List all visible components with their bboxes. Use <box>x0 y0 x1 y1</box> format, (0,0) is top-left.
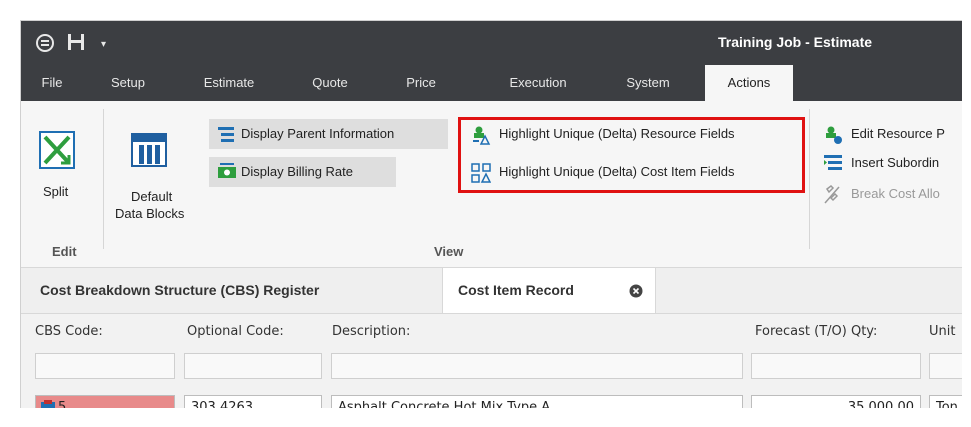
display-parent-information-label: Display Parent Information <box>241 126 395 141</box>
edit-resource-label: Edit Resource P <box>851 126 945 141</box>
edit-group-label: Edit <box>52 244 77 259</box>
default-data-blocks-label-2: Data Blocks <box>115 206 185 221</box>
data-blocks-icon <box>131 133 167 170</box>
menu-bar: File Setup Estimate Quote Price Executio… <box>21 65 962 101</box>
default-data-blocks-label-1: Default <box>131 189 173 204</box>
insert-subordinate-label: Insert Subordin <box>851 155 940 170</box>
menu-system[interactable]: System <box>618 65 678 101</box>
filter-description[interactable] <box>331 353 743 379</box>
insert-subordinate-icon <box>824 155 842 170</box>
filter-optional-code[interactable] <box>184 353 322 379</box>
cell-forecast-qty[interactable]: 35,000.00 <box>751 395 921 408</box>
edit-resource-button[interactable]: Edit Resource P <box>815 119 962 149</box>
break-cost-alloc-button[interactable]: Break Cost Allo <box>815 179 962 209</box>
filter-cbs-code[interactable] <box>35 353 175 379</box>
menu-quote[interactable]: Quote <box>304 65 356 101</box>
split-label: Split <box>43 184 69 199</box>
header-cbs-code: CBS Code: <box>35 324 103 339</box>
header-optional-code: Optional Code: <box>187 324 284 339</box>
tab-cost-item-record[interactable]: Cost Item Record <box>442 268 656 313</box>
app-logo-icon[interactable] <box>35 33 55 59</box>
header-unit: Unit <box>929 324 956 339</box>
save-icon[interactable] <box>67 33 85 57</box>
cbs-code-value: 5 <box>58 400 67 408</box>
menu-file[interactable]: File <box>31 65 73 101</box>
ribbon-separator <box>103 109 104 249</box>
menu-setup[interactable]: Setup <box>101 65 155 101</box>
cell-optional-code[interactable]: 303.4263 <box>184 395 322 408</box>
header-description: Description: <box>332 324 411 339</box>
billing-rate-icon <box>218 163 236 178</box>
tab-cbs-register[interactable]: Cost Breakdown Structure (CBS) Register <box>40 268 319 313</box>
filter-unit[interactable] <box>929 353 962 379</box>
break-cost-alloc-label: Break Cost Allo <box>851 186 940 201</box>
split-button[interactable]: Split <box>33 131 85 231</box>
break-link-icon <box>824 185 840 204</box>
tab-cost-item-record-label: Cost Item Record <box>458 282 574 298</box>
document-tabs: Cost Breakdown Structure (CBS) Register … <box>21 268 962 314</box>
cbs-node-icon <box>40 399 56 408</box>
quick-access-dropdown-icon[interactable]: ▾ <box>101 35 106 55</box>
menu-execution[interactable]: Execution <box>499 65 577 101</box>
cell-unit[interactable]: Ton <box>929 395 962 408</box>
close-tab-icon[interactable] <box>629 268 643 313</box>
filter-forecast-qty[interactable] <box>751 353 921 379</box>
app-window: ▾ Training Job - Estimate File Setup Est… <box>20 20 962 408</box>
highlight-annotation-box <box>458 117 805 193</box>
cost-item-grid: CBS Code: Optional Code: Description: Fo… <box>21 314 962 408</box>
menu-actions[interactable]: Actions <box>705 65 793 101</box>
parent-info-icon <box>218 127 234 142</box>
menu-price[interactable]: Price <box>399 65 443 101</box>
display-billing-rate-label: Display Billing Rate <box>241 164 353 179</box>
default-data-blocks-button[interactable]: Default Data Blocks <box>111 131 203 231</box>
header-forecast-qty: Forecast (T/O) Qty: <box>755 324 878 339</box>
display-billing-rate-button[interactable]: Display Billing Rate <box>209 157 396 187</box>
title-bar: ▾ Training Job - Estimate <box>21 21 962 65</box>
menu-estimate[interactable]: Estimate <box>196 65 262 101</box>
window-title: Training Job - Estimate <box>718 34 873 50</box>
edit-resource-icon <box>826 126 842 144</box>
ribbon-separator <box>809 109 810 249</box>
insert-subordinate-button[interactable]: Insert Subordin <box>815 148 962 178</box>
split-icon <box>39 131 75 172</box>
display-parent-information-button[interactable]: Display Parent Information <box>209 119 448 149</box>
cell-description[interactable]: Asphalt Concrete Hot Mix Type A <box>331 395 743 408</box>
cell-cbs-code[interactable]: 5 <box>35 395 175 408</box>
view-group-label: View <box>434 244 464 259</box>
